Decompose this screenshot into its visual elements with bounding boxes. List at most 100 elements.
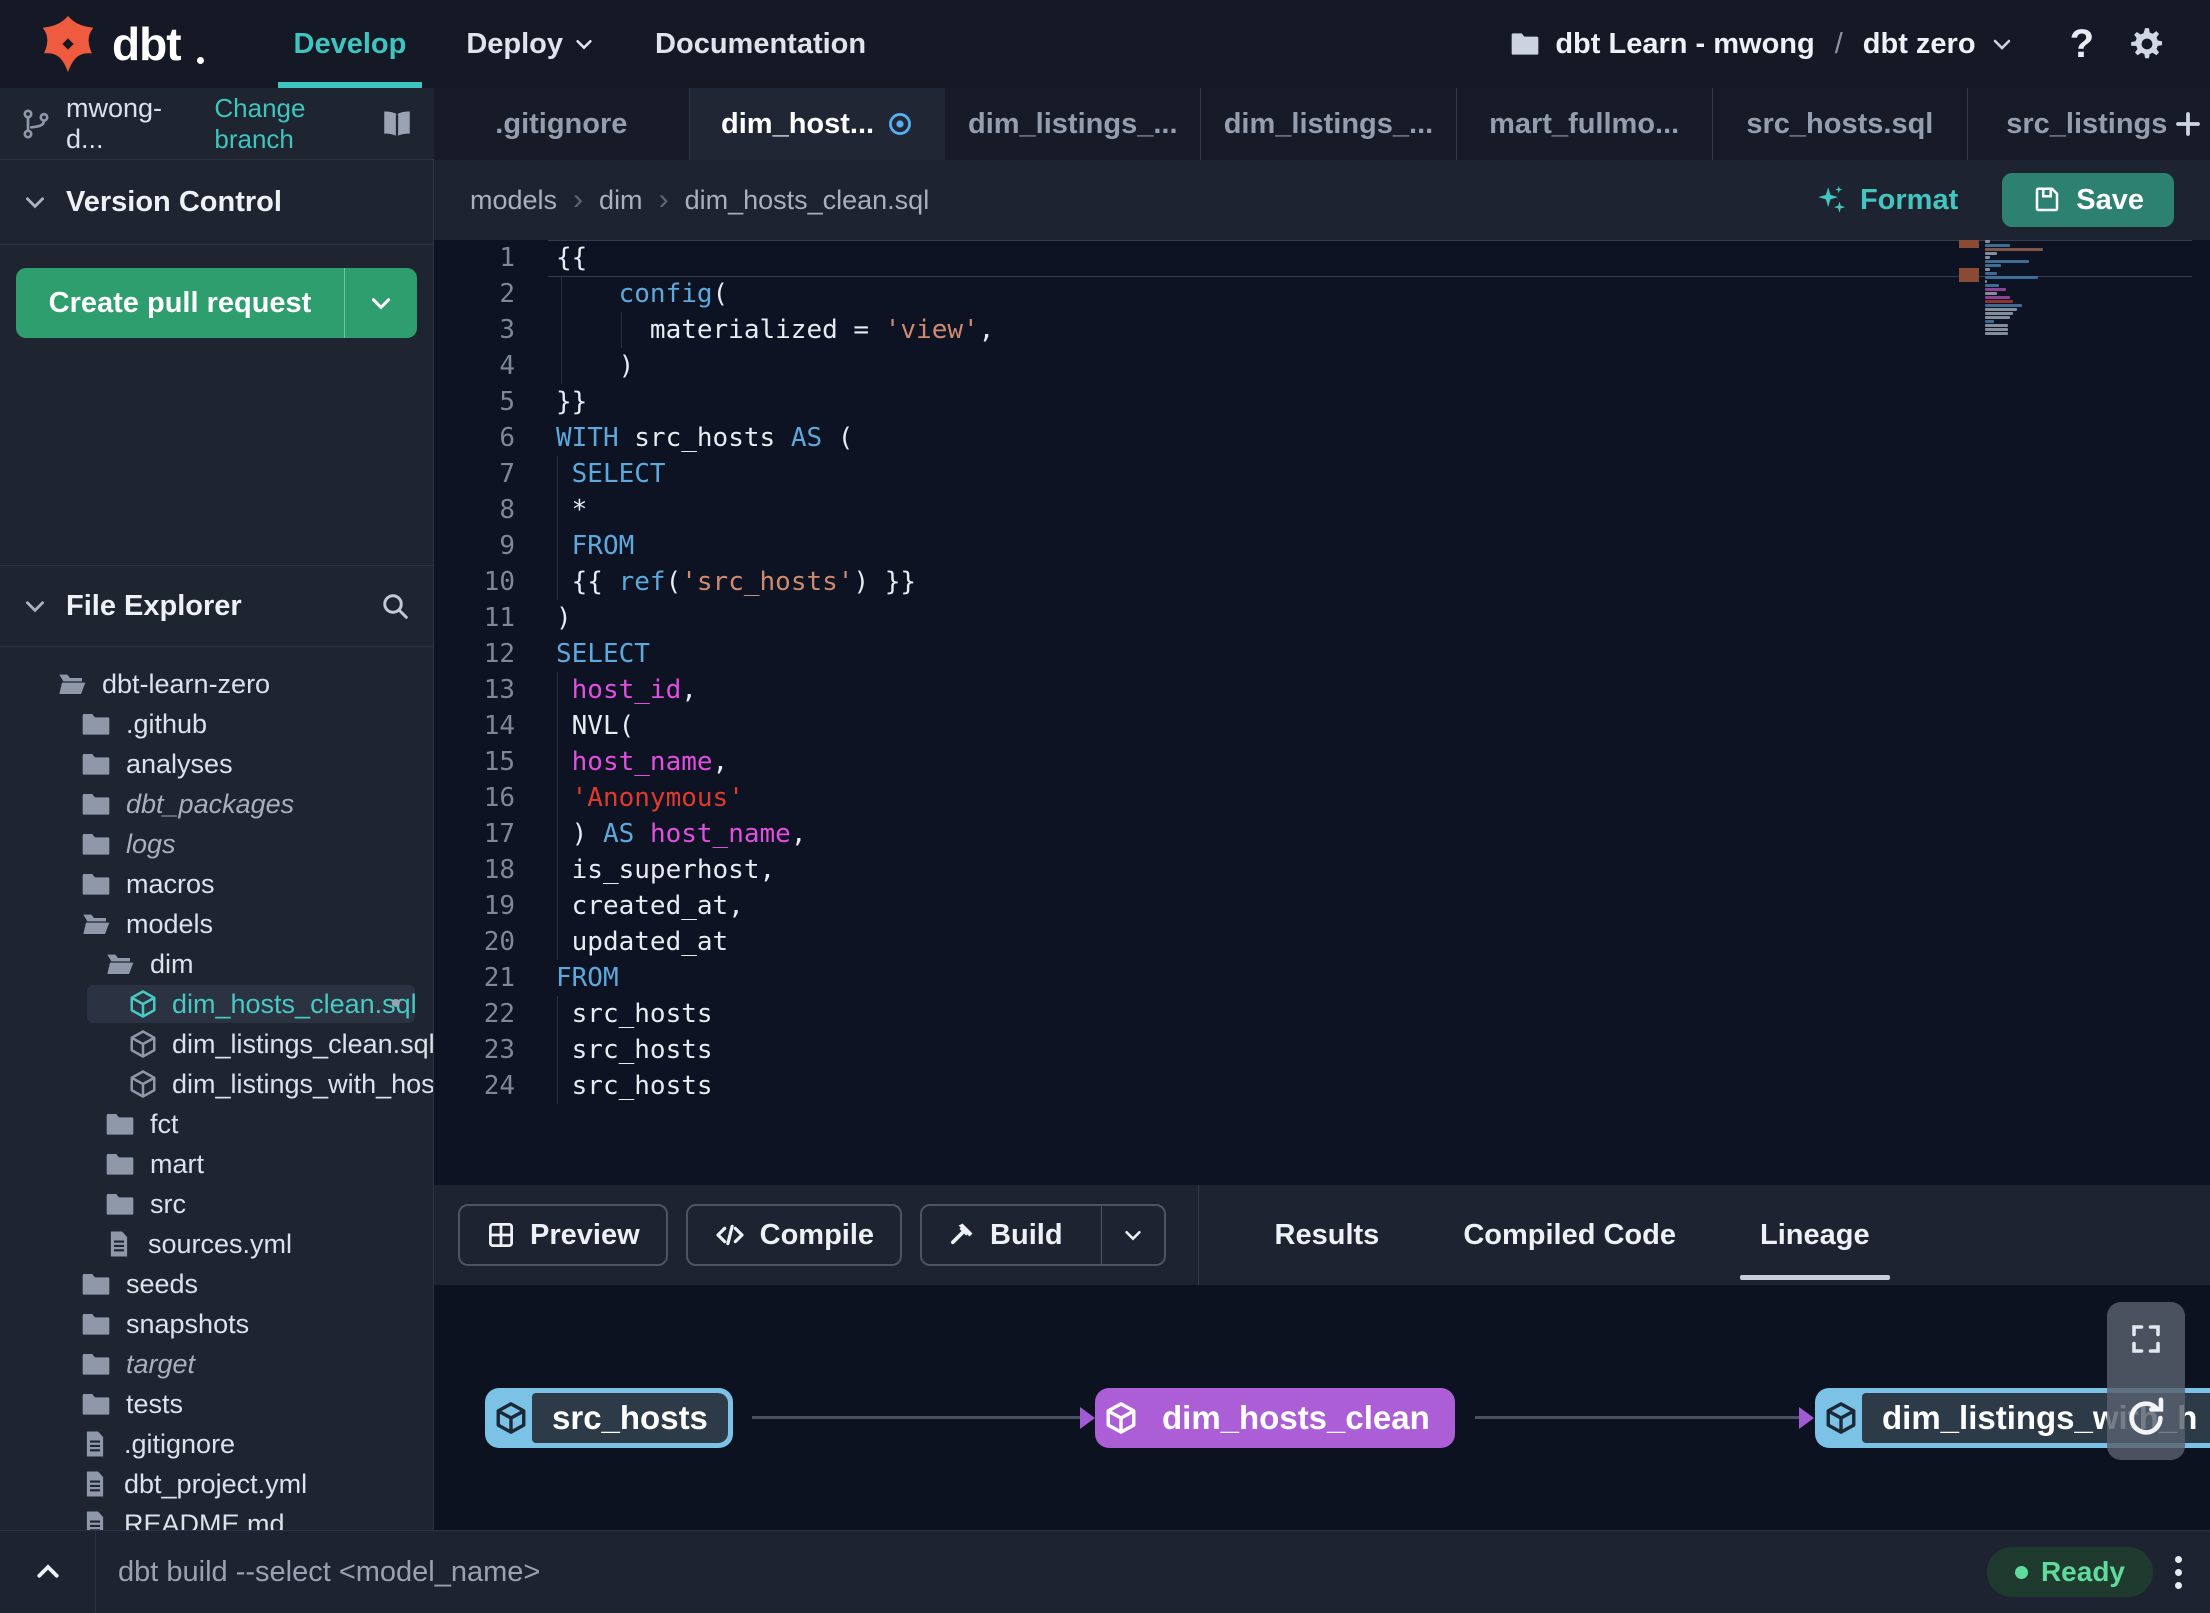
tree-item-dbt-learn-zero[interactable]: dbt-learn-zero: [0, 664, 433, 704]
model-icon: [128, 1069, 158, 1099]
tree-item-README-md[interactable]: README.md: [0, 1504, 433, 1530]
tree-item-fct[interactable]: fct: [0, 1104, 433, 1144]
code-line-7[interactable]: 7 SELECT: [434, 456, 2210, 492]
tree-item-seeds[interactable]: seeds: [0, 1264, 433, 1304]
tab-dim_listings_-[interactable]: dim_listings_...: [1201, 88, 1457, 160]
lineage-node-dim_hosts_clean[interactable]: dim_hosts_clean: [1095, 1388, 1455, 1448]
code-line-2[interactable]: 2 config(: [434, 276, 2210, 312]
tab-src_listings-[interactable]: src_listings.: [1968, 88, 2166, 160]
code-line-11[interactable]: 11): [434, 600, 2210, 636]
tree-item-target[interactable]: target: [0, 1344, 433, 1384]
tab-mart_fullmo-[interactable]: mart_fullmo...: [1457, 88, 1713, 160]
format-button[interactable]: Format: [1814, 183, 1958, 217]
chevron-up-icon[interactable]: [0, 1531, 95, 1613]
code-line-10[interactable]: 10 {{ ref('src_hosts') }}: [434, 564, 2210, 600]
tree-item-label: dim_hosts_clean.sql: [172, 988, 417, 1019]
breadcrumb-item[interactable]: dim_hosts_clean.sql: [685, 185, 930, 216]
project-selector[interactable]: dbt Learn - mwong / dbt zero: [1509, 28, 2013, 61]
tree-item-dim_listings_with_hosts-[interactable]: dim_listings_with_hosts...: [0, 1064, 433, 1104]
tree-item-label: models: [126, 908, 214, 939]
tree-item--github[interactable]: .github: [0, 704, 433, 744]
tree-item--gitignore[interactable]: .gitignore: [0, 1424, 433, 1464]
refresh-icon[interactable]: [2123, 1395, 2169, 1441]
tree-item-dim_listings_clean-sql[interactable]: dim_listings_clean.sql: [0, 1024, 433, 1064]
panel-tab-results[interactable]: Results: [1233, 1185, 1422, 1285]
code-line-1[interactable]: 1 {{: [434, 240, 2210, 276]
code-line-15[interactable]: 15 host_name,: [434, 744, 2210, 780]
code-line-18[interactable]: 18 is_superhost,: [434, 852, 2210, 888]
minimap-line: [1985, 332, 2008, 335]
version-control-header[interactable]: Version Control: [0, 160, 433, 245]
tree-item-dbt_packages[interactable]: dbt_packages: [0, 784, 433, 824]
nav-item-deploy[interactable]: Deploy: [436, 0, 625, 88]
tree-item-tests[interactable]: tests: [0, 1384, 433, 1424]
code-line-5[interactable]: 5}}: [434, 384, 2210, 420]
tree-item-analyses[interactable]: analyses: [0, 744, 433, 784]
tab-dim_host-[interactable]: dim_host...: [689, 88, 946, 160]
tree-item-dbt_project-yml[interactable]: dbt_project.yml: [0, 1464, 433, 1504]
tree-item-dim_hosts_clean-sql[interactable]: dim_hosts_clean.sql •: [0, 984, 433, 1024]
code-line-14[interactable]: 14 NVL(: [434, 708, 2210, 744]
tree-item-src[interactable]: src: [0, 1184, 433, 1224]
code-line-22[interactable]: 22 src_hosts: [434, 996, 2210, 1032]
code-line-21[interactable]: 21 FROM: [434, 960, 2210, 996]
breadcrumb-item[interactable]: models: [470, 185, 557, 216]
tree-item-snapshots[interactable]: snapshots: [0, 1304, 433, 1344]
build-options-chevron[interactable]: [1100, 1206, 1164, 1264]
nav-item-documentation[interactable]: Documentation: [625, 0, 896, 88]
tree-item-dim[interactable]: dim: [0, 944, 433, 984]
code-line-17[interactable]: 17 ) AS host_name,: [434, 816, 2210, 852]
command-input[interactable]: [118, 1555, 1987, 1589]
line-content: src_hosts: [556, 1071, 713, 1101]
code-line-20[interactable]: 20 updated_at: [434, 924, 2210, 960]
code-line-19[interactable]: 19 created_at,: [434, 888, 2210, 924]
code-line-13[interactable]: 13 host_id,: [434, 672, 2210, 708]
tree-item-logs[interactable]: logs: [0, 824, 433, 864]
code-line-16[interactable]: 16 'Anonymous': [434, 780, 2210, 816]
line-content: updated_at: [556, 927, 729, 957]
minimap[interactable]: [1959, 240, 2047, 336]
tab-src_hosts-sql[interactable]: src_hosts.sql: [1713, 88, 1969, 160]
tree-item-models[interactable]: models: [0, 904, 433, 944]
dbt-logo[interactable]: dbt: [0, 14, 204, 74]
panel-tab-lineage[interactable]: Lineage: [1718, 1185, 1912, 1285]
lineage-graph[interactable]: src_hosts dim_hosts_clean dim_listings_wit…: [434, 1285, 2210, 1530]
help-icon[interactable]: ?: [2070, 22, 2094, 67]
lineage-node-src_hosts[interactable]: src_hosts: [485, 1388, 733, 1448]
kebab-menu-icon[interactable]: [2175, 1555, 2182, 1589]
code-editor[interactable]: 1{{2 config(3 materialized = 'view', 4 ) 5…: [434, 240, 2210, 1185]
code-line-3[interactable]: 3 materialized = 'view',: [434, 312, 2210, 348]
tab--gitignore[interactable]: .gitignore: [434, 88, 690, 160]
compile-button[interactable]: Compile: [685, 1204, 903, 1266]
preview-button[interactable]: Preview: [458, 1204, 668, 1266]
code-line-8[interactable]: 8 *: [434, 492, 2210, 528]
settings-gear-icon[interactable]: [2128, 25, 2166, 63]
fullscreen-icon[interactable]: [2128, 1321, 2164, 1357]
code-line-4[interactable]: 4 ): [434, 348, 2210, 384]
tree-item-macros[interactable]: macros: [0, 864, 433, 904]
code-line-9[interactable]: 9 FROM: [434, 528, 2210, 564]
tree-item-sources-yml[interactable]: sources.yml: [0, 1224, 433, 1264]
new-tab-button[interactable]: [2166, 88, 2210, 160]
panel-tab-compiled-code[interactable]: Compiled Code: [1421, 1185, 1718, 1285]
line-content: materialized = 'view',: [556, 315, 995, 345]
code-line-6[interactable]: 6 WITH src_hosts AS (: [434, 420, 2210, 456]
editor-toolbar: models › dim › dim_hosts_clean.sql Format Sa…: [434, 160, 2210, 240]
breadcrumb-item[interactable]: dim: [599, 185, 643, 216]
create-pull-request-button[interactable]: Create pull request: [16, 268, 417, 338]
pull-request-options-chevron[interactable]: [345, 268, 417, 338]
code-line-24[interactable]: 24 src_hosts: [434, 1068, 2210, 1104]
file-explorer-header[interactable]: File Explorer: [0, 565, 433, 647]
tree-item-mart[interactable]: mart: [0, 1144, 433, 1184]
save-button[interactable]: Save: [2002, 173, 2174, 227]
search-icon[interactable]: [379, 590, 411, 622]
code-line-23[interactable]: 23 src_hosts: [434, 1032, 2210, 1068]
change-branch-link[interactable]: Change branch: [214, 93, 380, 155]
code-line-12[interactable]: 12 SELECT: [434, 636, 2210, 672]
line-content: src_hosts: [556, 999, 713, 1029]
docs-book-icon[interactable]: [380, 107, 414, 141]
nav-item-develop[interactable]: Develop: [264, 0, 437, 88]
build-button[interactable]: Build: [920, 1204, 1166, 1266]
folder-icon: [80, 748, 112, 780]
tab-dim_listings_-[interactable]: dim_listings_...: [945, 88, 1202, 160]
